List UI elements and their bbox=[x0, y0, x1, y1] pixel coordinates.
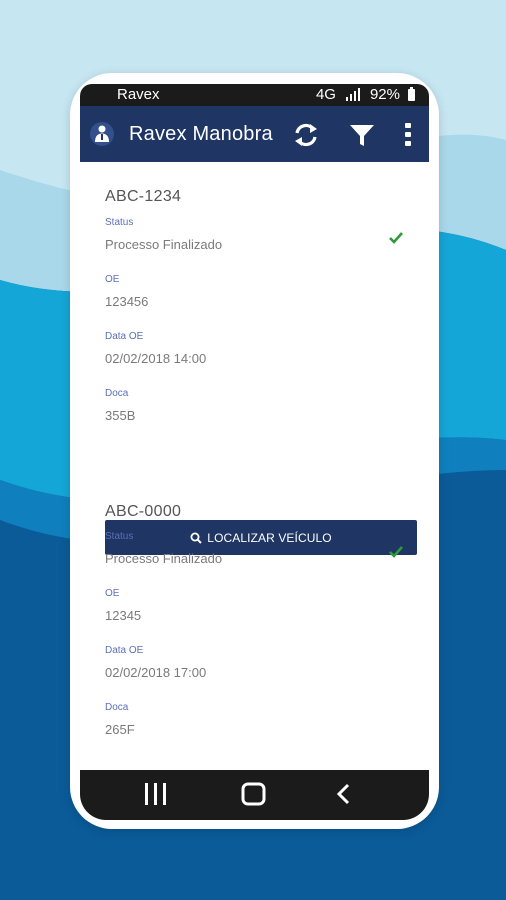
network-label: 4G bbox=[315, 86, 336, 103]
app-title: Ravex Manobra bbox=[129, 123, 273, 145]
refresh-button[interactable] bbox=[291, 120, 321, 150]
refresh-icon bbox=[295, 123, 317, 147]
oe-value: 12345 bbox=[105, 608, 142, 623]
filter-icon bbox=[350, 125, 374, 146]
app-bar: Ravex Manobra bbox=[80, 106, 429, 162]
oe-label: OE bbox=[105, 274, 120, 285]
data-oe-label: Data OE bbox=[105, 331, 144, 342]
home-icon bbox=[241, 782, 266, 806]
back-button[interactable] bbox=[314, 770, 374, 820]
signal-icon bbox=[345, 88, 360, 101]
system-nav-bar bbox=[80, 770, 429, 820]
home-button[interactable] bbox=[224, 770, 284, 820]
phone-screen: Ravex 4G 92% Ravex Manobra ABC-1234 Stat… bbox=[80, 84, 429, 820]
data-oe-value: 02/02/2018 14:00 bbox=[105, 351, 207, 366]
vehicle-plate: ABC-0000 bbox=[105, 503, 182, 520]
doca-value: 265F bbox=[105, 722, 135, 737]
doca-label: Doca bbox=[105, 702, 129, 713]
search-icon bbox=[190, 532, 203, 544]
data-oe-value: 02/02/2018 17:00 bbox=[105, 665, 207, 680]
status-bar: Ravex 4G 92% bbox=[80, 84, 429, 106]
more-options-button[interactable] bbox=[393, 120, 423, 150]
status-value: Processo Finalizado bbox=[105, 551, 223, 566]
status-value: Processo Finalizado bbox=[105, 237, 223, 252]
status-label: Status bbox=[105, 217, 134, 228]
more-vert-icon bbox=[405, 123, 411, 146]
battery-label: 92% bbox=[369, 86, 400, 103]
data-oe-label: Data OE bbox=[105, 645, 144, 656]
carrier-label: Ravex bbox=[117, 86, 160, 103]
vehicle-plate: ABC-1234 bbox=[105, 188, 182, 205]
locate-vehicle-button[interactable]: LOCALIZAR VEÍCULO bbox=[105, 520, 417, 555]
locate-vehicle-label: LOCALIZAR VEÍCULO bbox=[207, 530, 332, 545]
vehicle-list: ABC-1234 Status Processo Finalizado OE 1… bbox=[80, 162, 429, 769]
check-icon bbox=[389, 232, 403, 244]
oe-label: OE bbox=[105, 588, 120, 599]
back-icon bbox=[336, 783, 350, 805]
filter-button[interactable] bbox=[347, 120, 377, 150]
check-icon bbox=[389, 546, 403, 558]
doca-value: 355B bbox=[105, 408, 136, 423]
recents-button[interactable] bbox=[126, 770, 186, 820]
oe-value: 123456 bbox=[105, 294, 149, 309]
recents-icon bbox=[145, 783, 166, 805]
doca-label: Doca bbox=[105, 388, 129, 399]
status-label: Status bbox=[105, 531, 134, 542]
battery-icon bbox=[408, 86, 415, 101]
app-logo-icon bbox=[90, 122, 114, 146]
